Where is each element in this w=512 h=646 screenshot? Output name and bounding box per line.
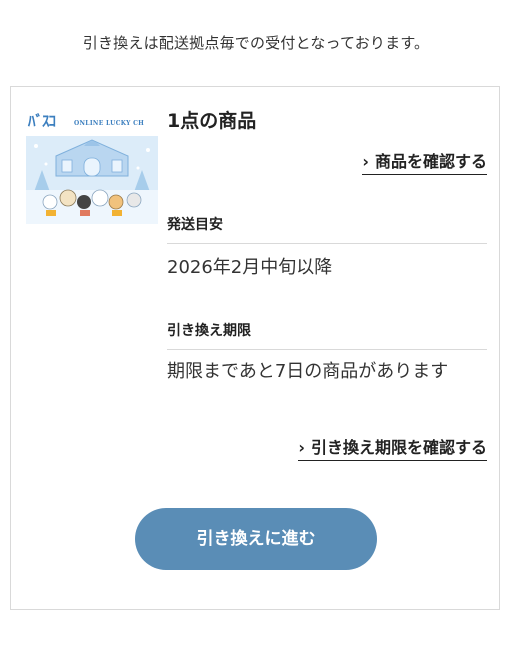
chevron-right-icon: › xyxy=(298,438,305,457)
shipping-estimate-value: 2026年2月中旬以降 xyxy=(167,257,333,278)
product-logo: ﾊﾞｽｺ xyxy=(28,112,56,130)
confirm-deadline-label: 引き換え期限を確認する xyxy=(310,438,487,457)
confirm-deadline-link[interactable]: › 引き換え期限を確認する xyxy=(298,434,487,461)
chevron-right-icon: › xyxy=(362,152,369,171)
confirm-items-label: 商品を確認する xyxy=(374,152,487,171)
exchange-card: ﾊﾞｽｺ ONLINE LUCKY CH 1点の商品 › 商品を確認する 発送目安… xyxy=(10,86,500,610)
product-thumbnail[interactable]: ﾊﾞｽｺ ONLINE LUCKY CH xyxy=(26,106,158,224)
shipping-estimate-label: 発送目安 xyxy=(167,214,487,244)
proceed-exchange-button[interactable]: 引き換えに進む xyxy=(135,508,377,570)
exchange-deadline-label: 引き換え期限 xyxy=(167,320,487,350)
exchange-notice: 引き換えは配送拠点毎での受付となっております。 xyxy=(82,34,430,52)
confirm-items-link[interactable]: › 商品を確認する xyxy=(362,148,487,175)
product-caption: ONLINE LUCKY CH xyxy=(74,120,145,127)
item-count-heading: 1点の商品 xyxy=(167,110,257,132)
exchange-deadline-value: 期限まであと7日の商品があります xyxy=(167,361,449,382)
